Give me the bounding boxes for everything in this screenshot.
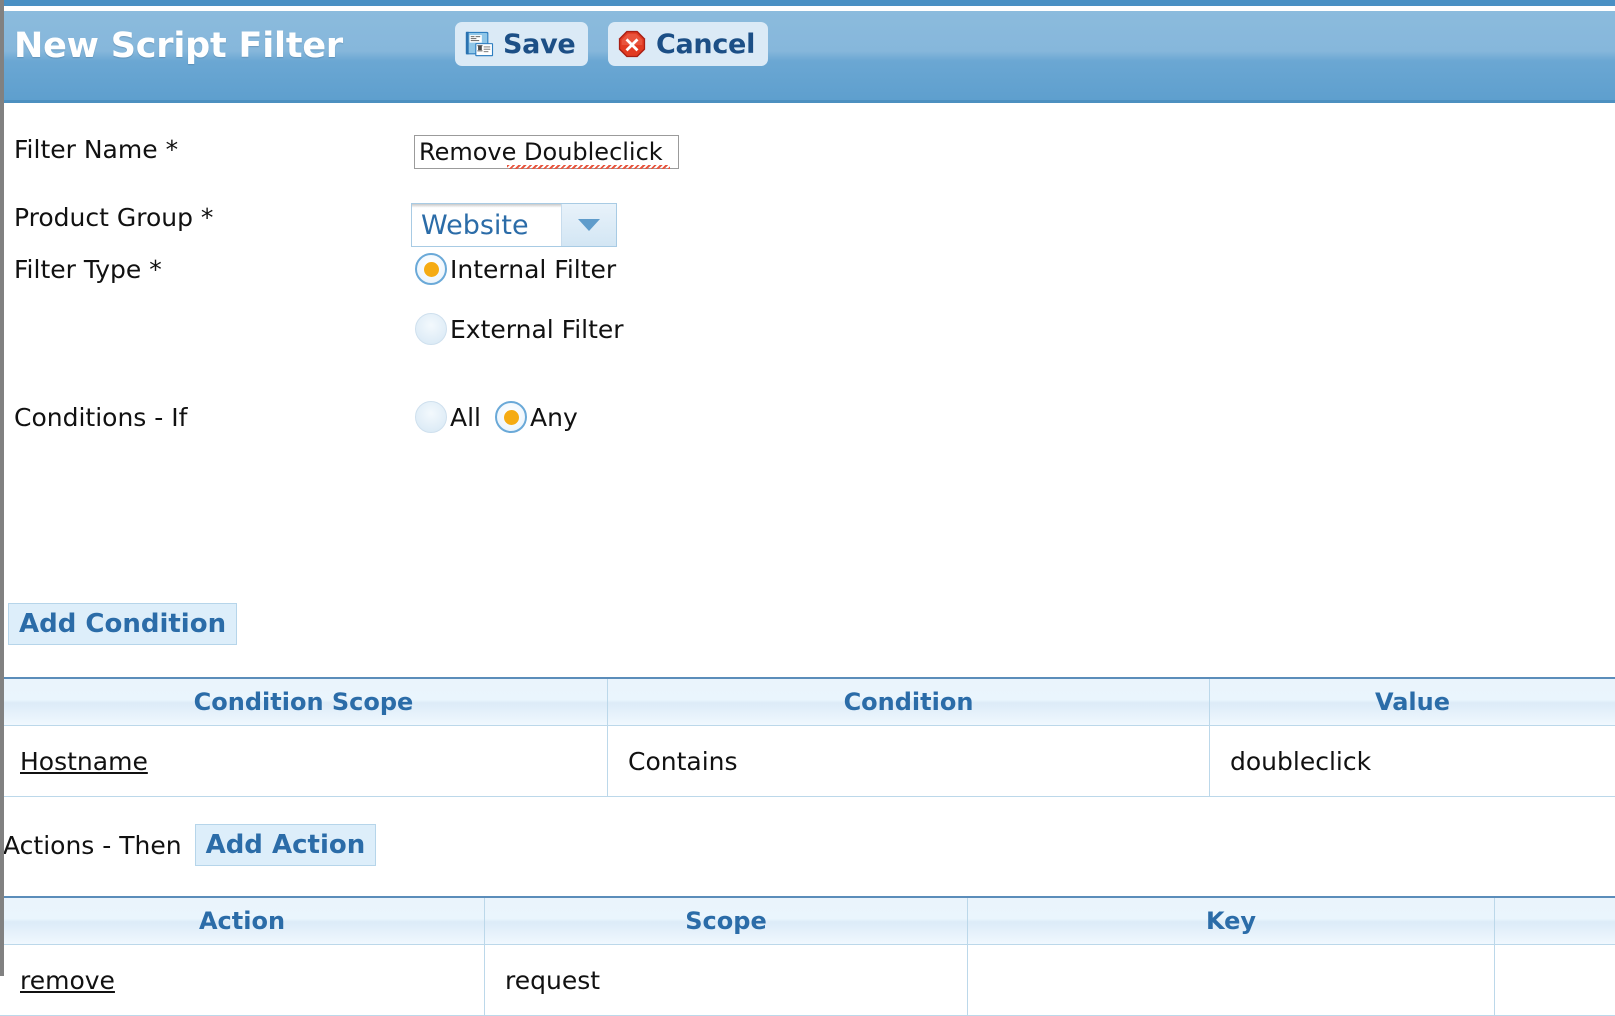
product-group-dropdown-arrow[interactable] [562,204,616,246]
cancel-button[interactable]: Cancel [608,22,769,66]
conditions-table-header: Condition Scope Condition Value [0,679,1615,726]
radio-all[interactable]: All [415,401,481,433]
product-group-selected-value: Website [412,204,562,246]
filter-name-label: Filter Name * [14,135,179,164]
page-title: New Script Filter [14,26,343,66]
cell-action: remove [0,945,485,1015]
cell-condition-scope: Hostname [0,726,608,796]
filter-name-input[interactable] [414,135,679,169]
cell-key [968,945,1495,1015]
conditions-if-label: Conditions - If [14,403,188,432]
condition-scope-link[interactable]: Hostname [20,747,148,776]
column-header-condition-scope[interactable]: Condition Scope [0,679,608,725]
product-group-select[interactable]: Website [411,203,617,247]
radio-external-filter-control[interactable] [415,313,447,345]
radio-internal-filter-label: Internal Filter [450,254,617,284]
filter-type-label: Filter Type * [14,255,162,284]
actions-table: Action Scope Key remove request [0,896,1615,1016]
script-filter-page: New Script Filter Save Cancel Filter Nam… [0,0,1615,1016]
actions-then-row: Actions - Then Add Action [0,821,377,869]
cell-condition: Contains [608,726,1210,796]
cancel-octagon-icon [617,29,647,59]
column-header-condition[interactable]: Condition [608,679,1210,725]
add-condition-button[interactable]: Add Condition [8,603,238,645]
product-group-label: Product Group * [14,203,214,232]
column-header-value[interactable]: Value [1210,679,1615,725]
table-row: Hostname Contains doubleclick [0,726,1615,797]
actions-then-label: Actions - Then [3,830,182,860]
product-group-row: Product Group * Website [0,203,1615,255]
radio-external-filter[interactable]: External Filter [415,313,624,345]
filter-name-row: Filter Name * [0,135,1615,187]
radio-all-label: All [450,402,481,432]
cell-scope: request [485,945,968,1015]
conditions-table: Condition Scope Condition Value Hostname… [0,677,1615,797]
cell-extra [1495,945,1615,1015]
radio-any-label: Any [530,402,578,432]
action-link[interactable]: remove [20,966,115,995]
add-action-button[interactable]: Add Action [194,824,377,866]
page-header: New Script Filter Save Cancel [0,11,1615,103]
column-header-extra[interactable] [1495,898,1615,944]
chevron-down-icon [578,219,600,231]
save-button-label: Save [503,28,576,60]
radio-any-control[interactable] [495,401,527,433]
column-header-key[interactable]: Key [968,898,1495,944]
radio-external-filter-label: External Filter [450,314,624,344]
table-row: remove request [0,945,1615,1016]
cell-value: doubleclick [1230,746,1372,776]
radio-internal-filter[interactable]: Internal Filter [415,253,616,285]
left-rail [0,0,4,976]
save-disk-icon [464,29,494,59]
actions-table-header: Action Scope Key [0,898,1615,945]
radio-internal-filter-control[interactable] [415,253,447,285]
save-button[interactable]: Save [455,22,589,66]
radio-any[interactable]: Any [495,401,578,433]
column-header-scope[interactable]: Scope [485,898,968,944]
radio-all-control[interactable] [415,401,447,433]
cancel-button-label: Cancel [656,28,756,60]
column-header-action[interactable]: Action [0,898,485,944]
